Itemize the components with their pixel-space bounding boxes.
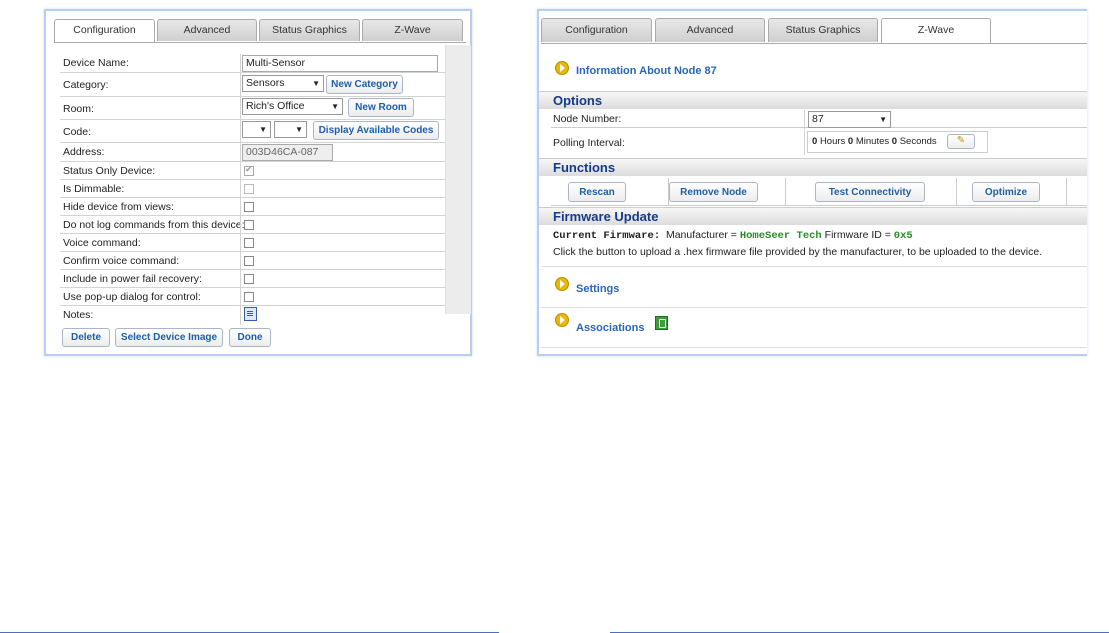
remove-node-button[interactable]: Remove Node (669, 182, 758, 202)
do-not-log-checkbox[interactable] (244, 220, 254, 230)
display-available-codes-button[interactable]: Display Available Codes (313, 121, 439, 140)
left-tab-bar: Configuration Advanced Status Graphics Z… (54, 19, 466, 43)
firmware-update-heading: Firmware Update (539, 207, 1087, 225)
is-dimmable-checkbox[interactable] (244, 184, 254, 194)
options-heading: Options (539, 91, 1087, 109)
tab-z-wave[interactable]: Z-Wave (362, 19, 463, 41)
status-only-checkbox[interactable] (244, 164, 254, 176)
row-notes: Notes: (60, 306, 445, 325)
polling-interval-label: Polling Interval: (553, 137, 625, 149)
firmware-id-label: Firmware ID = (824, 229, 891, 241)
select-device-image-button[interactable]: Select Device Image (115, 328, 223, 347)
hide-device-checkbox[interactable] (244, 202, 254, 212)
tab-status-graphics[interactable]: Status Graphics (768, 18, 878, 42)
test-connectivity-button[interactable]: Test Connectivity (815, 182, 925, 202)
status-only-label: Status Only Device: (63, 165, 156, 177)
current-firmware-label: Current Firmware: (553, 230, 661, 242)
device-config-panel: Configuration Advanced Status Graphics Z… (44, 9, 472, 356)
row-device-name: Device Name: Multi-Sensor (60, 54, 445, 73)
dropdown-arrow-icon: ▼ (879, 115, 887, 124)
hide-device-label: Hide device from views: (63, 201, 174, 213)
form-scroll-area (445, 45, 471, 314)
dropdown-arrow-icon: ▼ (295, 125, 303, 134)
row-popup-dialog: Use pop-up dialog for control: (60, 288, 445, 306)
expand-arrow-icon[interactable] (555, 313, 569, 327)
right-tab-bar: Configuration Advanced Status Graphics Z… (541, 18, 1087, 44)
done-button[interactable]: Done (229, 328, 271, 347)
tab-advanced[interactable]: Advanced (157, 19, 257, 41)
new-category-button[interactable]: New Category (326, 75, 403, 94)
pencil-icon: ✎ (956, 135, 966, 146)
voice-command-label: Voice command: (63, 237, 141, 249)
popup-dialog-label: Use pop-up dialog for control: (63, 291, 201, 303)
row-status-only: Status Only Device: (60, 162, 445, 180)
notes-label: Notes: (63, 309, 94, 321)
confirm-voice-label: Confirm voice command: (63, 255, 180, 267)
notes-icon[interactable] (244, 307, 257, 321)
manufacturer-value: HomeSeer Tech (739, 230, 822, 242)
firmware-id-value: 0x5 (893, 230, 913, 242)
tab-z-wave[interactable]: Z-Wave (881, 18, 991, 43)
code-label: Code: (63, 126, 92, 138)
row-is-dimmable: Is Dimmable: (60, 180, 445, 198)
voice-command-checkbox[interactable] (244, 238, 254, 248)
row-code: Code: ▼ ▼ Display Available Codes (60, 120, 445, 143)
settings-link[interactable]: Settings (576, 283, 619, 295)
tab-status-graphics[interactable]: Status Graphics (259, 19, 360, 41)
row-polling-interval: Polling Interval: 0 Hours 0 Minutes 0 Se… (551, 128, 1087, 155)
firmware-note: Click the button to upload a .hex firmwa… (553, 246, 1043, 258)
associations-edit-icon[interactable] (655, 316, 668, 330)
category-select[interactable]: Sensors ▼ (242, 75, 324, 92)
row-power-fail: Include in power fail recovery: (60, 270, 445, 288)
confirm-voice-checkbox[interactable] (244, 256, 254, 266)
power-fail-checkbox[interactable] (244, 274, 254, 284)
node-info-link[interactable]: Information About Node 87 (576, 65, 717, 77)
optimize-button[interactable]: Optimize (972, 182, 1040, 202)
tab-configuration[interactable]: Configuration (54, 19, 155, 42)
power-fail-label: Include in power fail recovery: (63, 273, 202, 285)
device-name-input[interactable]: Multi-Sensor (242, 55, 438, 72)
address-field: 003D46CA-087 (242, 144, 333, 161)
room-label: Room: (63, 103, 94, 115)
dropdown-arrow-icon: ▼ (259, 125, 267, 134)
row-room: Room: Rich's Office ▼ New Room (60, 97, 445, 120)
tab-configuration[interactable]: Configuration (541, 18, 652, 42)
z-wave-panel: Configuration Advanced Status Graphics Z… (537, 9, 1087, 356)
dropdown-arrow-icon: ▼ (331, 102, 339, 111)
code-select-1[interactable]: ▼ (242, 121, 271, 138)
delete-button[interactable]: Delete (62, 328, 110, 347)
expand-arrow-icon[interactable] (555, 277, 569, 291)
is-dimmable-label: Is Dimmable: (63, 183, 125, 195)
row-hide-device: Hide device from views: (60, 198, 445, 216)
manufacturer-label: Manufacturer = (665, 229, 737, 241)
functions-heading: Functions (539, 158, 1087, 176)
do-not-log-label: Do not log commands from this device: (63, 219, 245, 231)
row-node-number: Node Number: 87 ▼ (551, 110, 1087, 128)
code-select-2[interactable]: ▼ (274, 121, 307, 138)
new-room-button[interactable]: New Room (348, 98, 414, 117)
tab-advanced[interactable]: Advanced (655, 18, 765, 42)
rescan-button[interactable]: Rescan (568, 182, 626, 202)
current-firmware-line: Current Firmware: Manufacturer = HomeSee… (553, 229, 913, 242)
node-number-label: Node Number: (553, 113, 622, 125)
room-select[interactable]: Rich's Office ▼ (242, 98, 343, 115)
row-confirm-voice: Confirm voice command: (60, 252, 445, 270)
associations-link[interactable]: Associations (576, 322, 644, 334)
edit-polling-button[interactable]: ✎ (947, 134, 975, 149)
row-category: Category: Sensors ▼ New Category (60, 73, 445, 97)
category-label: Category: (63, 79, 109, 91)
node-number-select[interactable]: 87 ▼ (808, 111, 891, 128)
address-label: Address: (63, 146, 105, 158)
device-name-label: Device Name: (63, 57, 129, 69)
expand-arrow-icon[interactable] (555, 61, 569, 75)
row-do-not-log: Do not log commands from this device: (60, 216, 445, 234)
dropdown-arrow-icon: ▼ (312, 79, 320, 88)
functions-row: Rescan Remove Node Test Connectivity Opt… (551, 178, 1087, 206)
row-voice-command: Voice command: (60, 234, 445, 252)
row-address: Address: 003D46CA-087 (60, 143, 445, 162)
popup-dialog-checkbox[interactable] (244, 292, 254, 302)
